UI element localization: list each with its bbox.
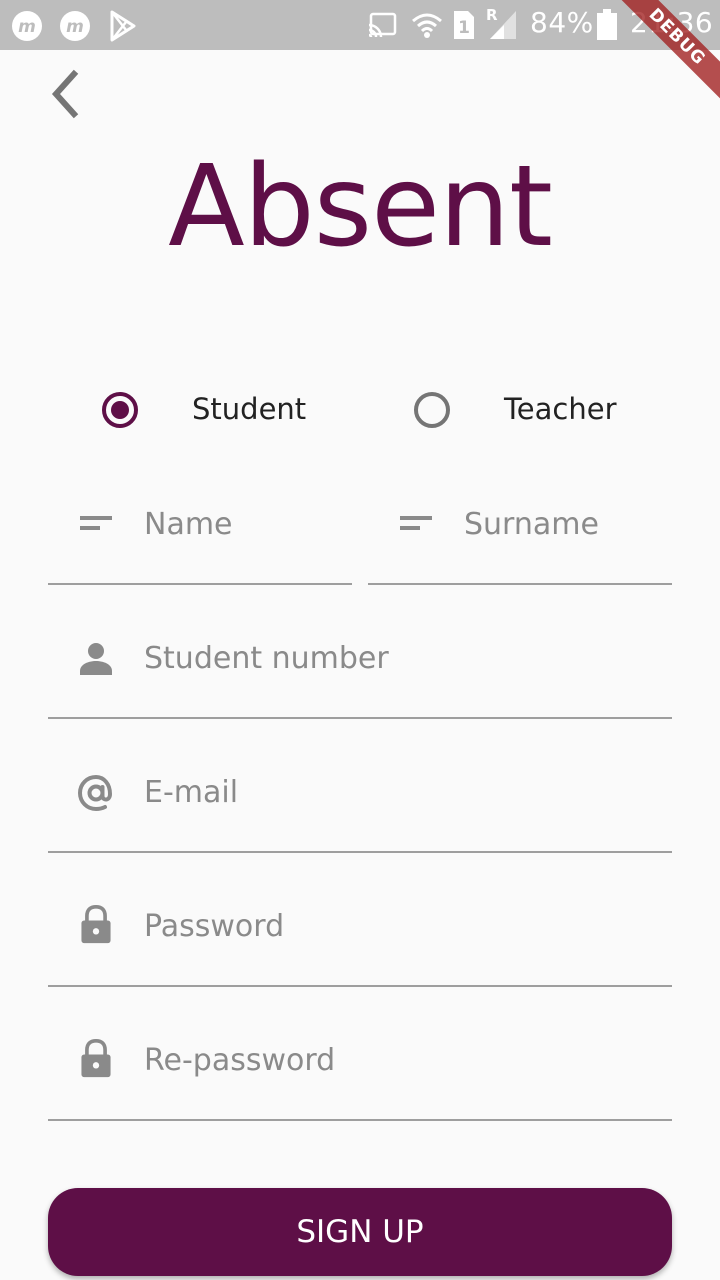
battery-percentage: 84% xyxy=(530,6,594,39)
sim-icon: 1 xyxy=(454,11,474,39)
signup-button[interactable]: SIGN UP xyxy=(48,1188,672,1276)
lock-icon xyxy=(81,905,111,944)
surname-placeholder: Surname xyxy=(464,507,599,542)
status-bar: m m 1 R 84% 21:36 xyxy=(0,0,720,50)
repassword-placeholder: Re-password xyxy=(144,1043,336,1078)
at-sign-icon xyxy=(77,774,113,812)
student-number-field[interactable]: Student number xyxy=(48,585,672,719)
short-text-icon xyxy=(80,516,112,530)
wifi-icon xyxy=(412,13,442,38)
name-placeholder: Name xyxy=(144,507,233,542)
app-title: Absent xyxy=(168,142,553,272)
cast-icon xyxy=(368,12,397,38)
radio-checked-icon xyxy=(102,392,138,428)
email-field[interactable]: E-mail xyxy=(48,719,672,853)
play-store-icon xyxy=(110,10,136,42)
name-field[interactable]: Name xyxy=(48,451,352,585)
m-app-icon: m xyxy=(12,11,42,41)
svg-text:1: 1 xyxy=(458,18,470,38)
radio-unchecked-icon xyxy=(414,392,450,428)
email-placeholder: E-mail xyxy=(144,775,239,810)
svg-text:m: m xyxy=(18,17,36,37)
m-app-icon: m xyxy=(60,11,90,41)
student-number-placeholder: Student number xyxy=(144,641,389,676)
back-button[interactable] xyxy=(44,68,88,120)
radio-label-student[interactable]: Student xyxy=(192,392,306,426)
surname-field[interactable]: Surname xyxy=(368,451,672,585)
password-field[interactable]: Password xyxy=(48,853,672,987)
short-text-icon xyxy=(400,516,432,530)
signal-icon xyxy=(490,11,516,39)
radio-student[interactable] xyxy=(100,390,140,430)
repassword-field[interactable]: Re-password xyxy=(48,987,672,1121)
chevron-left-icon xyxy=(51,69,79,119)
radio-label-teacher[interactable]: Teacher xyxy=(504,392,617,426)
lock-icon xyxy=(81,1039,111,1078)
radio-teacher[interactable] xyxy=(412,390,452,430)
battery-icon xyxy=(597,9,617,40)
svg-text:m: m xyxy=(66,17,84,37)
person-icon xyxy=(80,643,112,675)
password-placeholder: Password xyxy=(144,909,285,944)
